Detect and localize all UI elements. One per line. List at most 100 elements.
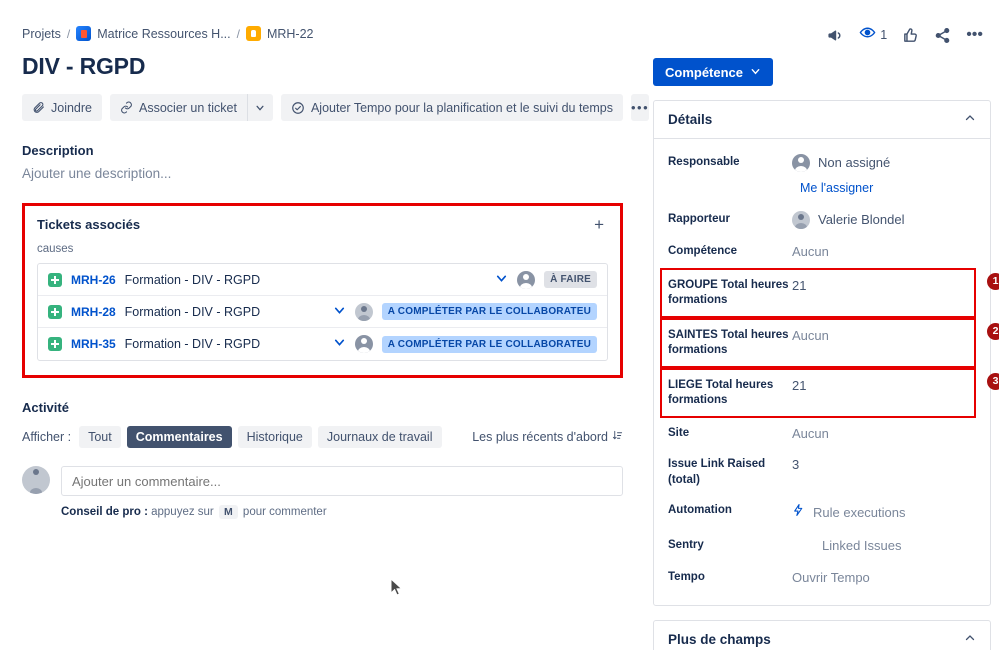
activity-heading: Activité [22,400,69,415]
breadcrumb-issue-key-link[interactable]: MRH-22 [267,27,314,41]
field-value[interactable]: Linked Issues [792,537,902,555]
linked-issue-key[interactable]: MRH-35 [71,337,116,351]
megaphone-icon[interactable] [827,27,844,44]
field-groupe-total-heures: GROUPE Total heures formations 21 1 [660,267,999,318]
chevron-up-icon[interactable] [964,112,976,127]
field-value[interactable]: 3 [792,456,799,474]
field-label: Automation [668,504,732,517]
description-heading: Description [22,143,94,158]
field-label: Tempo [668,570,705,583]
linked-issue-key[interactable]: MRH-28 [71,305,116,319]
field-value[interactable]: Ouvrir Tempo [792,569,870,587]
breadcrumb: Projets / Matrice Ressources H... / MRH-… [22,0,623,41]
activity-sort-button[interactable]: Les plus récents d'abord [472,430,623,444]
field-value[interactable]: Aucun [792,327,829,345]
pro-tip-suffix: pour commenter [242,506,327,518]
linked-issues-panel: Tickets associés + causes MRH-26 Formati… [22,203,623,378]
field-value[interactable]: 21 [792,377,806,395]
attach-button[interactable]: Joindre [22,94,102,121]
chevron-down-icon[interactable] [333,304,346,320]
status-badge[interactable]: À FAIRE [544,271,597,288]
chevron-down-icon[interactable] [246,94,273,121]
field-liege-total-heures: LIEGE Total heures formations 21 3 [660,367,999,418]
more-fields-card-header[interactable]: Plus de champs [654,621,990,650]
field-value[interactable]: Aucun [792,425,829,443]
tab-all[interactable]: Tout [79,426,121,448]
field-rapporteur: Rapporteur Valerie Blondel [668,204,976,236]
status-badge[interactable]: A COMPLÉTER PAR LE COLLABORATEU [381,335,597,353]
issue-sidebar: 1 ••• Compétence Détails Responsable Non… [645,0,999,650]
thumbs-up-icon[interactable] [902,27,919,44]
field-sentry: Sentry Linked Issues [668,530,976,562]
more-fields-card-title: Plus de champs [668,632,771,648]
watch-button[interactable]: 1 [859,24,887,46]
activity-sort-label: Les plus récents d'abord [472,430,608,444]
task-type-icon [48,337,62,351]
field-value[interactable]: Non assigné [792,154,890,172]
avatar [792,154,810,172]
watch-count: 1 [880,28,888,42]
comment-input[interactable] [61,466,623,496]
status-badge[interactable]: A COMPLÉTER PAR LE COLLABORATEU [381,303,597,320]
chevron-down-icon[interactable] [495,272,508,288]
link-issue-split-button: Associer un ticket [110,94,273,121]
field-value[interactable]: Valerie Blondel [792,211,904,229]
linked-issues-title: Tickets associés [37,217,141,232]
pro-tip-key: M [218,505,238,519]
add-linked-issue-button[interactable]: + [590,216,608,233]
details-card-header[interactable]: Détails [654,101,990,139]
paperclip-icon [32,101,45,114]
lightning-bolt-icon [792,502,805,523]
table-row[interactable]: MRH-26 Formation - DIV - RGPD À FAIRE [38,264,607,296]
field-label: Rapporteur [668,213,730,225]
field-label: SAINTES Total heures formations [668,328,789,357]
tab-history[interactable]: Historique [237,426,312,448]
avatar[interactable] [354,335,373,353]
add-tempo-button[interactable]: Ajouter Tempo pour la planification et l… [280,94,623,121]
breadcrumb-projects-link[interactable]: Projets [22,27,61,41]
activity-show-label: Afficher : [22,430,72,444]
linked-issues-list: MRH-26 Formation - DIV - RGPD À FAIRE MR… [37,263,608,361]
field-label: LIEGE Total heures formations [668,378,774,407]
tab-comments[interactable]: Commentaires [126,426,232,448]
annotation-badge-1: 1 [987,272,999,290]
issue-header-actions: 1 ••• [645,0,999,46]
pro-tip-prefix: Conseil de pro : [61,506,148,518]
field-value-text: Non assigné [818,155,891,171]
field-label: Issue Link Raised (total) [668,458,766,486]
avatar[interactable] [354,302,373,321]
link-issue-button[interactable]: Associer un ticket [110,94,247,121]
sort-descending-icon [612,430,623,444]
task-type-icon [48,272,62,287]
assign-to-me-link[interactable]: Me l'assigner [800,181,873,195]
chevron-down-icon[interactable] [333,336,346,352]
table-row[interactable]: MRH-35 Formation - DIV - RGPD A COMPLÉTE… [38,328,607,360]
description-placeholder[interactable]: Ajouter une description... [22,166,623,181]
field-automation: Automation Rule executions [668,495,976,530]
field-value[interactable]: Aucun [792,243,829,261]
mouse-cursor [390,577,403,602]
table-row[interactable]: MRH-28 Formation - DIV - RGPD A COMPLÉTE… [38,296,607,328]
field-saintes-total-heures: SAINTES Total heures formations Aucun 2 [660,317,999,368]
field-value[interactable]: 21 [792,277,806,295]
avatar[interactable] [22,466,50,494]
linked-issue-key[interactable]: MRH-26 [71,273,116,287]
field-label: Site [668,426,690,439]
linked-issues-header: Tickets associés + [37,216,608,233]
more-fields-card: Plus de champs Estimation originale 0h T… [653,620,991,650]
chevron-up-icon[interactable] [964,632,976,647]
pro-tip-mid: appuyez sur [151,506,214,518]
field-label: Responsable [668,156,740,168]
linked-issue-summary: Formation - DIV - RGPD [124,337,261,351]
add-tempo-button-label: Ajouter Tempo pour la planification et l… [310,100,613,115]
status-dropdown-button[interactable]: Compétence [653,58,774,86]
breadcrumb-project-link[interactable]: Matrice Ressources H... [97,27,230,41]
more-actions-icon[interactable]: ••• [966,26,983,44]
avatar[interactable] [517,270,536,289]
field-value-text: Rule executions [813,504,906,520]
share-icon[interactable] [934,27,951,44]
field-issue-link-raised: Issue Link Raised (total) 3 [668,449,976,495]
linked-issue-summary: Formation - DIV - RGPD [124,304,261,319]
tab-worklog[interactable]: Journaux de travail [317,426,442,448]
field-value[interactable]: Rule executions [792,502,906,523]
